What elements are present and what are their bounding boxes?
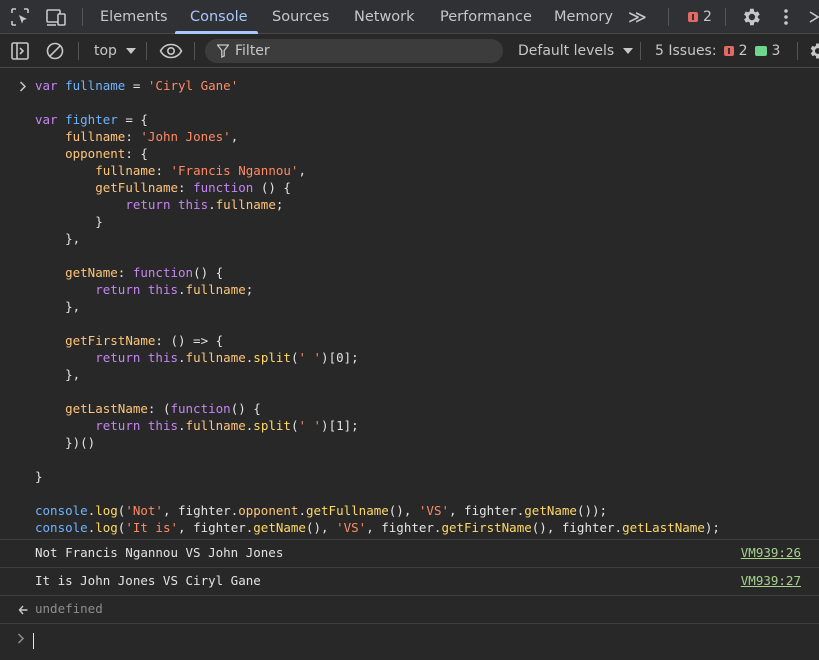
tab-console[interactable]: Console — [190, 0, 248, 34]
filter-box — [205, 39, 503, 63]
source-link[interactable]: VM939:26 — [741, 545, 801, 560]
more-tabs-button[interactable]: ≫ — [628, 0, 647, 34]
console-toolbar: top Default levels 5 Issues: 2 3 — [0, 34, 819, 68]
show-sidebar-button[interactable] — [10, 34, 30, 67]
tab-sources[interactable]: Sources — [272, 0, 329, 34]
console-settings-button[interactable] — [807, 34, 819, 67]
dropdown-arrow-icon — [623, 47, 634, 54]
gear-icon — [810, 43, 819, 58]
result-value: undefined — [35, 601, 103, 616]
inspect-element-button[interactable] — [10, 0, 30, 34]
settings-button[interactable] — [740, 0, 762, 34]
inspect-element-icon — [11, 8, 29, 26]
toolbar-divider — [194, 42, 195, 60]
levels-label: Default levels — [518, 42, 615, 59]
tab-label: Network — [354, 9, 415, 25]
more-tabs-icon: ≫ — [628, 6, 647, 28]
eye-icon — [159, 43, 183, 58]
tab-label: Memory — [554, 9, 613, 25]
toolbar-divider — [725, 8, 726, 26]
gear-icon — [744, 8, 760, 26]
result-message: undefined — [0, 596, 819, 624]
log-levels-dropdown[interactable]: Default levels — [518, 34, 634, 67]
toolbar-divider — [82, 8, 83, 26]
tab-label: Performance — [440, 9, 532, 25]
tab-elements[interactable]: Elements — [100, 0, 168, 34]
tab-label: Console — [190, 9, 248, 25]
console-prompt-input[interactable] — [33, 633, 34, 649]
live-expression-button[interactable] — [159, 34, 183, 67]
clear-console-button[interactable] — [45, 34, 65, 67]
tab-memory[interactable]: Memory — [554, 0, 613, 34]
error-count-button[interactable]: 2 — [688, 0, 712, 34]
issues-button[interactable]: 5 Issues: 2 3 — [655, 34, 780, 67]
log-message-text: Not Francis Ngannou VS John Jones — [35, 545, 284, 560]
filter-input[interactable] — [233, 42, 497, 60]
input-chevron-icon — [19, 81, 27, 92]
device-toolbar-button[interactable] — [45, 0, 67, 34]
customize-menu-button[interactable] — [780, 0, 792, 34]
close-icon — [809, 11, 819, 23]
result-arrow-icon — [18, 605, 28, 615]
info-badge-icon — [754, 45, 767, 56]
error-badge-icon — [723, 45, 734, 56]
devtools-tab-bar: Elements Console Sources Network Perform… — [0, 0, 819, 34]
toolbar-divider — [640, 42, 641, 60]
source-link[interactable]: VM939:27 — [741, 573, 801, 588]
issues-info-count: 3 — [771, 42, 781, 59]
close-devtools-button[interactable] — [808, 0, 819, 34]
filter-icon — [217, 44, 229, 58]
log-message: Not Francis Ngannou VS John Jones VM939:… — [0, 540, 819, 568]
device-toolbar-icon — [46, 9, 66, 26]
error-badge-icon — [688, 12, 698, 22]
code-input-block: var fullname = 'Ciryl Gane' var fighter … — [35, 78, 720, 535]
dropdown-arrow-icon — [125, 47, 136, 54]
kebab-menu-icon — [784, 9, 788, 25]
clear-icon — [46, 42, 64, 59]
error-count: 2 — [703, 9, 712, 25]
issues-label: 5 Issues: — [655, 42, 717, 59]
toolbar-divider — [146, 42, 147, 60]
log-message-text: It is John Jones VS Ciryl Gane — [35, 573, 261, 588]
log-message: It is John Jones VS Ciryl Gane VM939:27 — [0, 568, 819, 596]
issues-error-count: 2 — [738, 42, 748, 59]
toolbar-divider — [78, 42, 79, 60]
tab-label: Sources — [272, 9, 330, 25]
sidebar-toggle-icon — [11, 41, 29, 60]
prompt-chevron-icon — [17, 633, 25, 644]
toolbar-divider — [668, 8, 669, 26]
tab-network[interactable]: Network — [354, 0, 415, 34]
toolbar-divider — [797, 42, 798, 60]
context-label: top — [94, 42, 117, 59]
tab-performance[interactable]: Performance — [440, 0, 532, 34]
tab-label: Elements — [100, 9, 168, 25]
context-selector[interactable]: top — [94, 34, 136, 67]
